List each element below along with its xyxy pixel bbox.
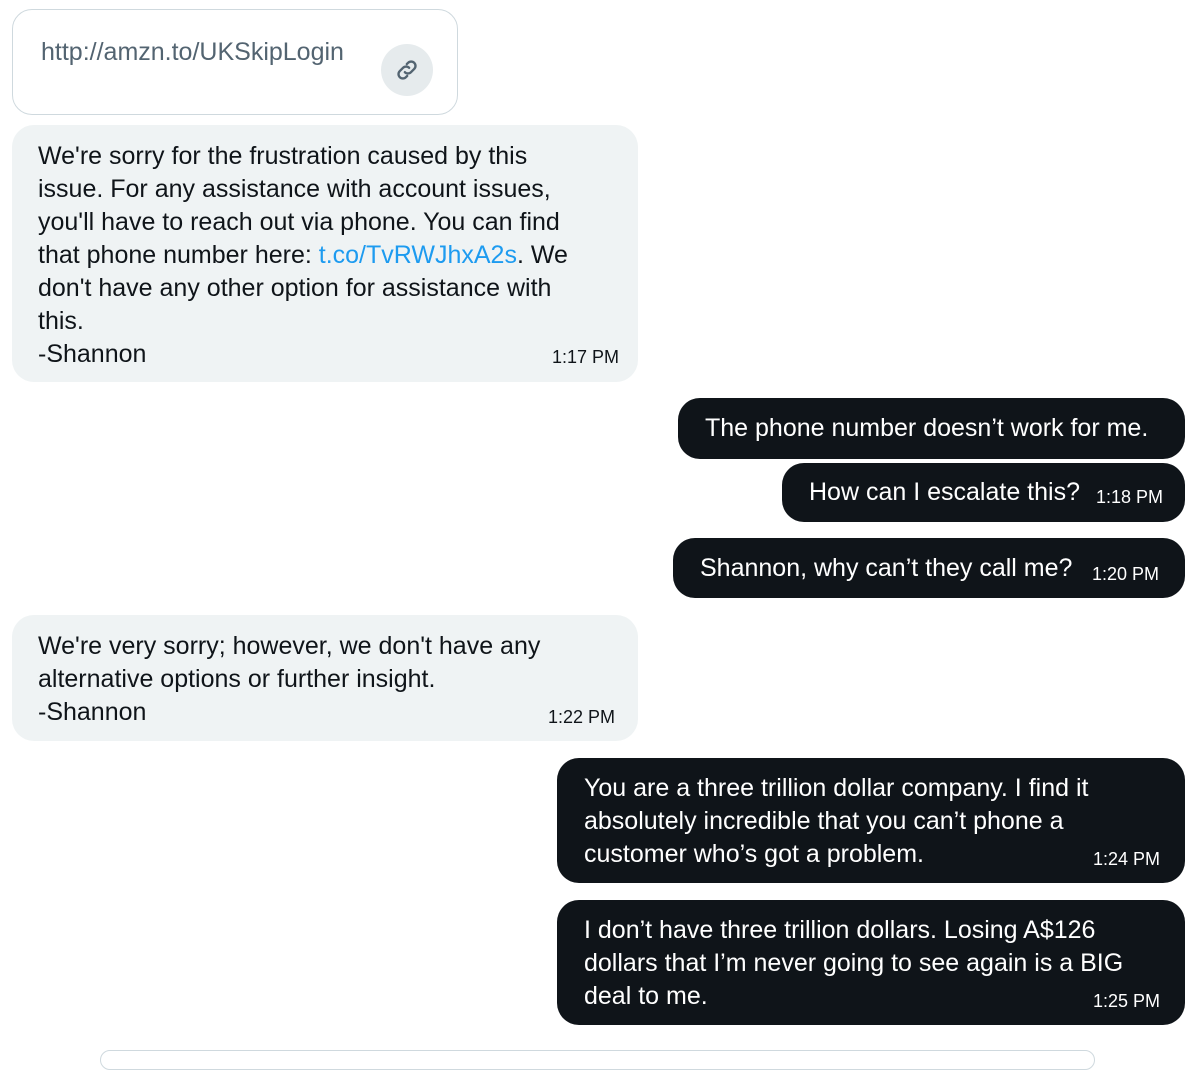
user-message: The phone number doesn’t work for me. [678, 398, 1185, 459]
message-text: We're very sorry; however, we don't have… [38, 632, 541, 726]
message-text: You are a three trillion dollar company.… [584, 774, 1089, 868]
message-text: We're sorry for the frustration caused b… [38, 140, 598, 371]
user-message: How can I escalate this? 1:18 PM [782, 463, 1185, 522]
support-message: We're sorry for the frustration caused b… [12, 125, 638, 382]
message-text: The phone number doesn’t work for me. [705, 414, 1149, 442]
user-message: Shannon, why can’t they call me? 1:20 PM [673, 538, 1185, 598]
message-timestamp: 1:18 PM [1096, 487, 1164, 507]
message-text: How can I escalate this? [809, 478, 1080, 506]
message-timestamp: 1:17 PM [552, 347, 620, 367]
phone-link[interactable]: t.co/TvRWJhxA2s [319, 241, 517, 269]
message-text: Shannon, why can’t they call me? [700, 554, 1073, 582]
user-message: I don’t have three trillion dollars. Los… [557, 900, 1185, 1025]
link-url[interactable]: http://amzn.to/UKSkipLogin [41, 38, 344, 67]
message-timestamp: 1:22 PM [548, 707, 616, 727]
link-icon[interactable] [381, 44, 433, 96]
message-timestamp: 1:24 PM [1093, 849, 1161, 869]
message-composer[interactable] [100, 1050, 1095, 1070]
link-preview-card[interactable]: http://amzn.to/UKSkipLogin [12, 9, 458, 115]
message-timestamp: 1:20 PM [1092, 564, 1160, 584]
support-message: We're very sorry; however, we don't have… [12, 615, 638, 741]
message-timestamp: 1:25 PM [1093, 991, 1161, 1011]
message-text: I don’t have three trillion dollars. Los… [584, 916, 1124, 1010]
user-message: You are a three trillion dollar company.… [557, 758, 1185, 883]
